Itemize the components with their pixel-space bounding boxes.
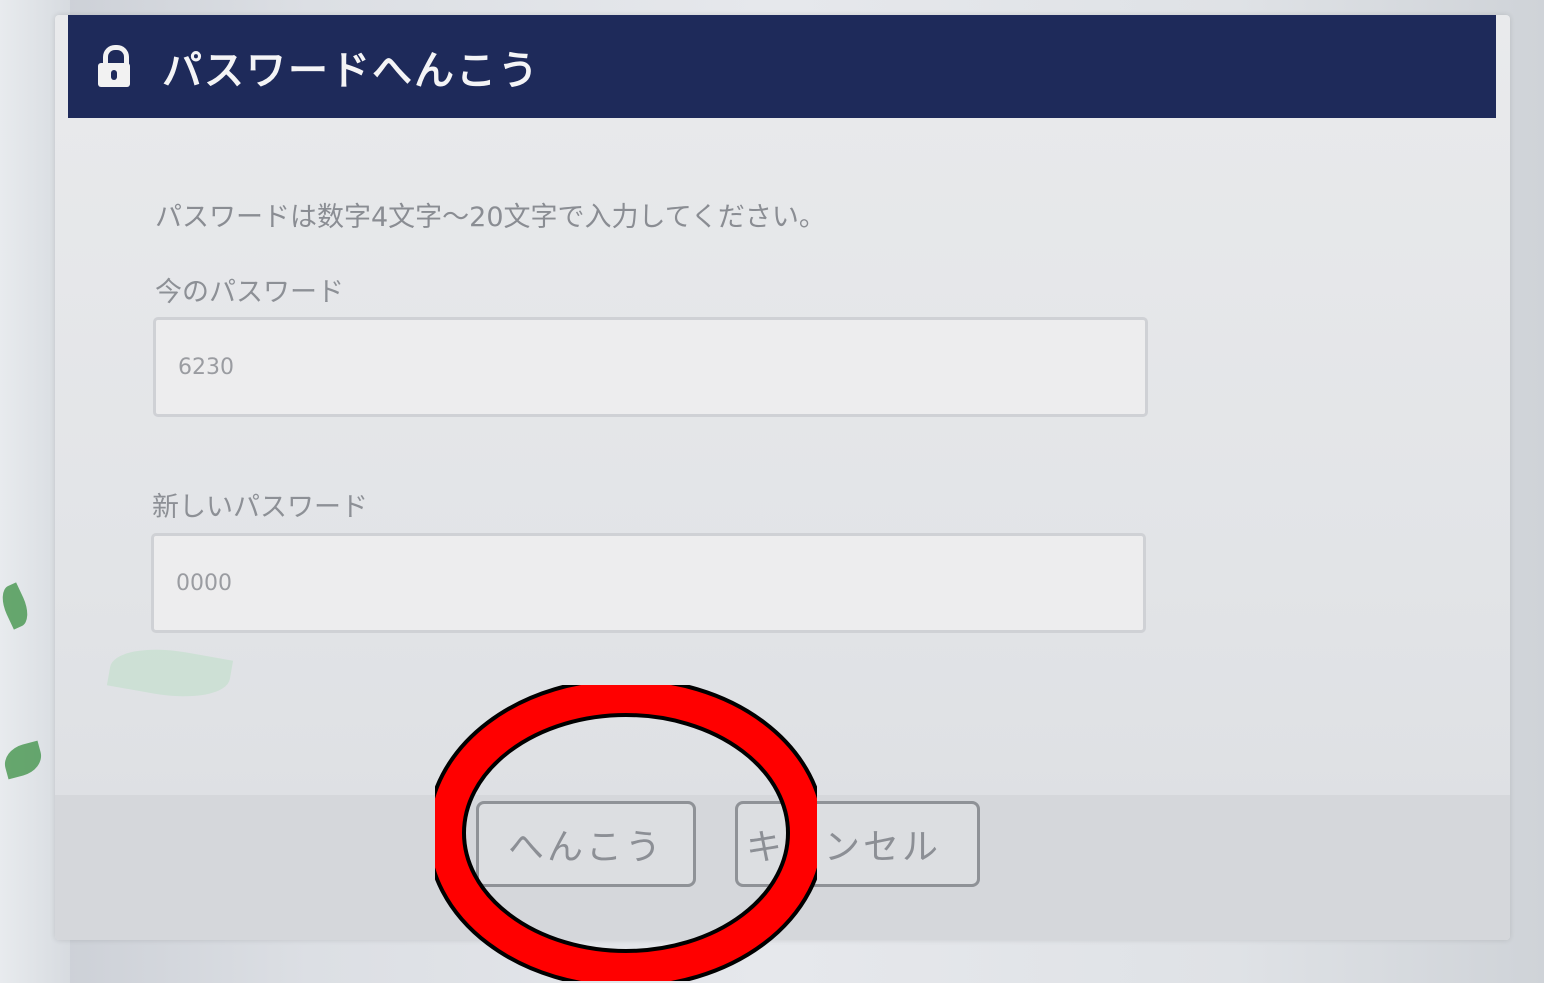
dialog-header: パスワードへんこう bbox=[68, 15, 1496, 118]
lock-icon bbox=[96, 44, 132, 89]
password-instruction: パスワードは数字4文字～20文字で入力してください。 bbox=[155, 202, 826, 233]
current-password-field[interactable]: 6230 bbox=[153, 317, 1148, 417]
current-password-label: 今のパスワード bbox=[155, 277, 344, 308]
cancel-button[interactable]: キャンセル bbox=[735, 801, 980, 887]
new-password-field[interactable]: 0000 bbox=[151, 533, 1146, 633]
new-password-label: 新しいパスワード bbox=[152, 492, 368, 523]
change-button[interactable]: へんこう bbox=[476, 801, 696, 887]
leaf-decoration bbox=[106, 639, 234, 707]
dialog-title: パスワードへんこう bbox=[162, 47, 540, 94]
